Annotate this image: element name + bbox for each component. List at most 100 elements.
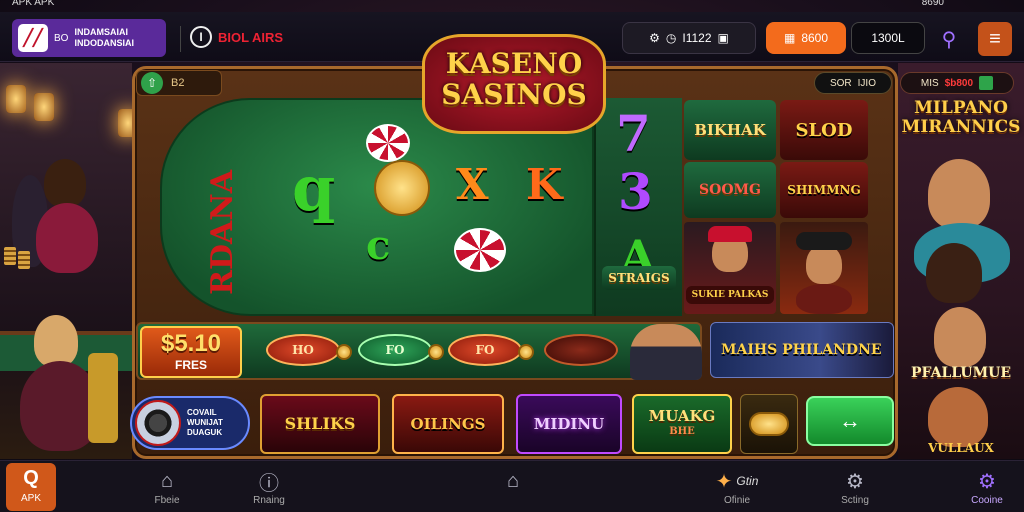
header-tag-label: BIOL AIRS — [218, 29, 284, 45]
bet-chip[interactable]: HO — [266, 334, 340, 366]
balance-display[interactable]: 1300L — [851, 22, 925, 54]
search-icon: ⚲ — [941, 28, 957, 51]
brand-name: INDAMSAIAI INDODANSIAI — [74, 27, 134, 49]
level-value: B2 — [171, 77, 185, 89]
header-divider — [180, 26, 181, 52]
chip-stack-icon — [18, 251, 30, 269]
wheel-icon — [135, 400, 181, 446]
coin-icon — [374, 160, 430, 216]
bet-chip-blank[interactable] — [544, 334, 618, 366]
game-tile-label: CANAR — [780, 222, 781, 223]
credit-label: MIS — [920, 77, 939, 89]
poker-chip-icon — [454, 228, 506, 272]
coin-stack-icon — [749, 412, 789, 436]
game-tile[interactable]: CANAR — [780, 222, 868, 314]
game-tile-label: SUKIE PALKAS — [686, 286, 774, 304]
win-display[interactable]: $5.10 FRES — [140, 326, 242, 378]
clock-icon: ◷ — [665, 31, 677, 45]
game-tile[interactable]: SLOD — [780, 100, 868, 160]
coin-icon — [518, 344, 534, 360]
deposit-value: 8600 — [801, 31, 829, 45]
symbol-x: X — [456, 160, 489, 209]
trophy-icon — [88, 353, 118, 443]
deposit-button[interactable]: ▦ 8600 — [766, 22, 846, 54]
promo-person-head — [928, 159, 990, 229]
nav-home[interactable]: ⌂ Fbeie — [132, 467, 202, 507]
nav-config-label: Cooine — [971, 495, 1003, 506]
jackpot-label-a: SOR — [829, 77, 852, 89]
wheel-text: COVAIL WUNIJAT DUAGUK — [187, 408, 223, 438]
nav-ranking-label: Rnaing — [253, 495, 285, 506]
tile-person-head — [806, 244, 842, 284]
balance-value: 1300L — [871, 31, 905, 45]
nav-setting[interactable]: ⚙ Scting — [820, 467, 890, 507]
win-amount: $5.10 — [160, 330, 222, 357]
dealer-head — [44, 159, 86, 207]
wheel-line3: DUAGUK — [187, 428, 223, 437]
cog-icon: ⚙ — [978, 470, 996, 493]
credit-pill[interactable]: MIS $b800 — [900, 72, 1014, 94]
right-panel-title: MILPANO MIRANNICS — [901, 98, 1021, 137]
apk-label: APK — [20, 493, 41, 504]
menu-button[interactable]: ≡ — [978, 22, 1012, 56]
promo-person-head — [934, 307, 986, 367]
symbol-q: q — [292, 152, 336, 225]
coin-stack-card[interactable] — [740, 394, 798, 454]
gift-box-icon: ▦ — [783, 31, 796, 45]
lamp-icon — [34, 93, 54, 121]
logo-line1: KASENO — [445, 47, 583, 80]
host-avatar — [630, 324, 702, 380]
header-tag[interactable]: I BIOL AIRS — [190, 26, 283, 48]
up-arrow-icon: ⇧ — [141, 72, 163, 94]
game-card[interactable]: SHLIKS — [260, 394, 380, 454]
settings-icon: ⚙ — [649, 31, 660, 45]
symbol-k: K — [526, 160, 563, 209]
right-promo-panel[interactable]: MILPANO MIRANNICS PFALLUMUE VULLAUX — [898, 63, 1024, 459]
game-card[interactable]: MUAKG BHE — [632, 394, 732, 454]
add-credit-icon[interactable] — [979, 76, 994, 90]
bet-chip[interactable]: FO — [448, 334, 522, 366]
brand-line1: INDAMSAIAI — [74, 27, 128, 37]
nav-center[interactable]: ⌂ — [478, 467, 548, 495]
nav-setting-label: Scting — [841, 495, 869, 506]
next-button[interactable]: ↔ — [806, 396, 894, 446]
cap-icon — [708, 226, 752, 242]
wheel-button[interactable]: COVAIL WUNIJAT DUAGUK — [130, 396, 250, 450]
jackpot-pill[interactable]: SOR IJIO — [814, 72, 892, 94]
game-tile[interactable]: SUKIE PALKAS — [684, 222, 776, 314]
info-icon: I — [190, 26, 212, 48]
nav-ranking[interactable]: ⓘ Rnaing — [234, 467, 304, 507]
game-tile[interactable]: SHIMMNG — [780, 162, 868, 218]
gear-icon: ⚙ — [846, 470, 864, 493]
win-label: FRES — [174, 358, 207, 372]
brand-button[interactable]: ╱╱ BO INDAMSAIAI INDODANSIAI — [12, 19, 166, 57]
game-card[interactable]: OILINGS — [392, 394, 504, 454]
game-tile[interactable]: SOOMG — [684, 162, 776, 218]
bet-chip[interactable]: FO — [358, 334, 432, 366]
game-tile[interactable]: BIKHAK — [684, 100, 776, 160]
chip-stack-icon — [4, 247, 16, 265]
search-button[interactable]: ⚲ — [932, 22, 966, 56]
brand-logo-icon: ╱╱ — [18, 24, 48, 52]
lamp-icon — [118, 109, 132, 137]
jackpot-label-b: IJIO — [857, 77, 876, 89]
device-icon: ▣ — [717, 31, 729, 45]
stats-pill[interactable]: ⚙ ◷ I1122 ▣ — [622, 22, 756, 54]
nav-offline-label: Ofinie — [723, 495, 751, 506]
apk-button[interactable]: Q APK — [6, 463, 56, 511]
level-badge[interactable]: ⇧ B2 — [136, 70, 222, 96]
nav-config[interactable]: ⚙ Cooine — [952, 467, 1022, 507]
lamp-icon — [6, 85, 26, 113]
promo-banner[interactable]: MAIHS PHILANDNE — [710, 322, 894, 378]
status-left: APK APK — [12, 0, 55, 8]
casino-app-screen: APK APK 8690 ╱╱ BO INDAMSAIAI INDODANSIA… — [0, 0, 1024, 512]
game-card[interactable]: MIDINU — [516, 394, 622, 454]
right-panel-sub: VULLAUX — [928, 441, 994, 455]
game-card-title: MUAKG — [648, 407, 716, 425]
coin-icon — [336, 344, 352, 360]
left-casino-scene — [0, 63, 132, 459]
wheel-line1: COVAIL — [187, 408, 217, 417]
nav-offline[interactable]: ✦ Gtin Ofinie — [702, 467, 772, 507]
info-circle-icon: ⓘ — [259, 472, 279, 495]
status-bar: APK APK 8690 — [0, 0, 1024, 12]
